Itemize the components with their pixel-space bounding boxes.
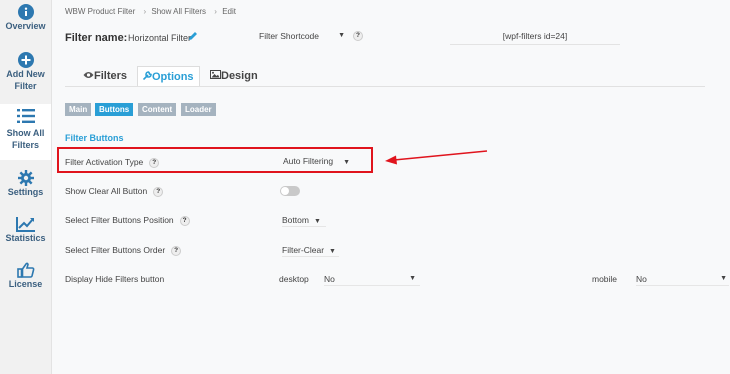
help-icon[interactable]: ? <box>353 31 363 41</box>
tab-design[interactable]: Design <box>205 66 263 87</box>
sidebar-item-overview[interactable]: Overview <box>0 4 51 42</box>
tab-label: Filters <box>94 70 128 82</box>
info-icon <box>17 4 34 20</box>
sidebar-item-show-all-filters[interactable]: Show All Filters <box>0 104 51 160</box>
filter-name-label: Filter name: <box>65 32 128 44</box>
sidebar-item-label: Overview <box>5 21 46 31</box>
row-label-text: Show Clear All Button <box>65 186 148 196</box>
sidebar-item-label: Add New <box>6 69 45 79</box>
chart-line-icon <box>15 217 35 232</box>
chevron-down-icon: ▼ <box>720 275 727 282</box>
help-icon[interactable]: ? <box>153 186 164 197</box>
hide-filters-label: Display Hide Filters button <box>65 274 165 284</box>
breadcrumb-item[interactable]: Show All Filters <box>151 7 206 16</box>
sidebar-item-license[interactable]: License <box>0 262 51 296</box>
help-icon[interactable]: ? <box>179 215 190 226</box>
breadcrumb-separator: › <box>143 7 147 16</box>
select-value: No <box>324 274 335 284</box>
sidebar-item-label: Settings <box>7 187 44 197</box>
gear-icon <box>17 170 34 186</box>
wrench-icon <box>142 71 152 81</box>
select-value: No <box>636 274 647 284</box>
breadcrumb-separator: › <box>214 7 217 16</box>
tab-label: Design <box>221 70 258 82</box>
shortcode-value-field[interactable]: [wpf-filters id=24] <box>450 28 620 45</box>
annotation-arrow-icon <box>385 150 488 165</box>
row-label-text: Select Filter Buttons Order <box>65 245 166 255</box>
image-icon <box>210 70 221 79</box>
chevron-down-icon: ▼ <box>409 275 416 282</box>
buttons-order-label: Select Filter Buttons Order? <box>65 245 182 256</box>
sidebar-item-label: Statistics <box>5 233 46 243</box>
tab-filters[interactable]: Filters <box>78 66 132 87</box>
sidebar-item-label: Filter <box>14 81 37 91</box>
subtab-loader[interactable]: Loader <box>181 103 216 116</box>
chevron-down-icon: ▼ <box>329 248 336 255</box>
filter-name-value: Horizontal Filter <box>128 33 192 43</box>
sidebar-item-settings[interactable]: Settings <box>0 170 51 204</box>
pencil-icon[interactable] <box>188 31 198 41</box>
buttons-order-select[interactable]: Filter-Clear ▼ <box>282 243 339 257</box>
desktop-label: desktop <box>279 274 309 284</box>
breadcrumb-item: Edit <box>222 7 236 16</box>
section-title: Filter Buttons <box>65 133 124 143</box>
breadcrumb-item[interactable]: WBW Product Filter <box>65 7 135 16</box>
chevron-down-icon: ▼ <box>338 32 345 39</box>
shortcode-select[interactable]: Filter Shortcode ▼ <box>259 31 345 45</box>
select-value: Bottom <box>282 215 309 225</box>
hide-filters-mobile-select[interactable]: No ▼ <box>636 272 729 286</box>
sidebar-item-add-new-filter[interactable]: Add New Filter <box>0 52 51 98</box>
select-value: Filter-Clear <box>282 245 325 255</box>
sidebar-item-label: License <box>8 279 43 289</box>
help-icon[interactable]: ? <box>171 245 182 256</box>
plus-circle-icon <box>17 52 34 68</box>
eye-icon <box>83 72 94 78</box>
subtab-content[interactable]: Content <box>138 103 177 116</box>
chevron-down-icon: ▼ <box>313 218 321 225</box>
tabs-divider <box>65 86 705 87</box>
hide-filters-desktop-select[interactable]: No ▼ <box>324 272 420 286</box>
tab-options[interactable]: Options <box>137 66 200 87</box>
breadcrumb: WBW Product Filter › Show All Filters › … <box>65 7 239 16</box>
shortcode-select-value: Filter Shortcode <box>259 31 319 41</box>
subtab-buttons[interactable]: Buttons <box>95 103 134 116</box>
buttons-position-select[interactable]: Bottom ▼ <box>282 213 326 227</box>
row-label-text: Select Filter Buttons Position <box>65 215 174 225</box>
list-icon <box>16 109 35 123</box>
thumbs-up-icon <box>16 262 34 278</box>
sidebar-item-statistics[interactable]: Statistics <box>0 216 51 250</box>
sidebar-item-label: Filters <box>11 140 39 150</box>
highlight-box <box>57 147 373 173</box>
show-clear-all-label: Show Clear All Button? <box>65 186 164 197</box>
show-clear-all-toggle[interactable] <box>280 186 300 196</box>
sidebar: Overview Add New Filter Show All Filters… <box>0 0 51 374</box>
tab-label: Options <box>152 71 194 83</box>
subtab-main[interactable]: Main <box>65 103 92 116</box>
toggle-knob <box>281 187 289 195</box>
sidebar-item-label: Show All <box>6 128 45 138</box>
buttons-position-label: Select Filter Buttons Position? <box>65 215 190 226</box>
mobile-label: mobile <box>592 274 618 284</box>
main-content: WBW Product Filter › Show All Filters › … <box>51 0 730 374</box>
